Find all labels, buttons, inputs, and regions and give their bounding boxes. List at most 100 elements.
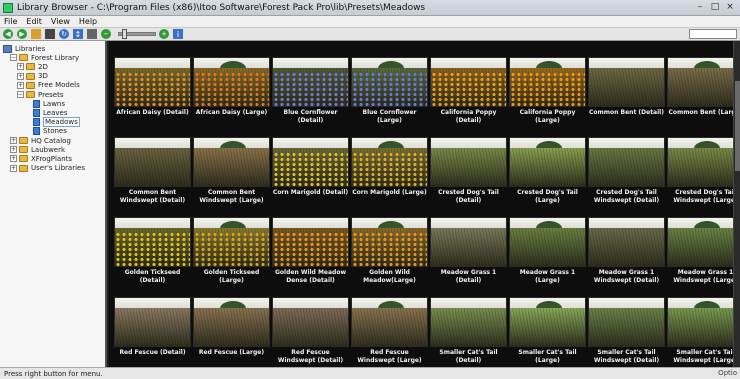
sort-icon[interactable]: ↕ <box>73 29 83 39</box>
thumbnail-item[interactable]: Common Bent Windswept (Large) <box>193 137 270 209</box>
thumbnail-item[interactable]: Crested Dog's Tail (Large) <box>509 137 586 209</box>
thumbnail-item[interactable]: Meadow Grass 1 Windswept (Large) <box>667 217 740 289</box>
scrollbar-thumb[interactable] <box>735 81 740 171</box>
thumbnail-image[interactable] <box>272 137 349 187</box>
thumbnail-image[interactable] <box>114 297 191 347</box>
thumbnail-image[interactable] <box>430 57 507 107</box>
thumbnail-item[interactable]: Crested Dog's Tail Windswept (Detail) <box>588 137 665 209</box>
thumbnail-image[interactable] <box>509 137 586 187</box>
thumbnail-item[interactable]: Golden Tickseed (Detail) <box>114 217 191 289</box>
thumbnail-item[interactable]: Golden Wild Meadow Dense (Detail) <box>272 217 349 289</box>
tree-item-hq-catalog[interactable]: + HQ Catalog <box>10 136 71 145</box>
expand-icon[interactable]: + <box>17 81 24 89</box>
thumbnail-image[interactable] <box>509 297 586 347</box>
tree-item-laubwerk[interactable]: + Laubwerk <box>10 145 65 154</box>
zoom-in-icon[interactable]: + <box>159 29 169 39</box>
settings-icon[interactable] <box>87 29 97 39</box>
options-button[interactable]: Optio <box>718 369 737 377</box>
thumbnail-item[interactable]: Corn Marigold (Detail) <box>272 137 349 209</box>
tree-item-lawns[interactable]: Lawns <box>24 99 65 108</box>
thumbnail-item[interactable]: Meadow Grass 1 Windswept (Detail) <box>588 217 665 289</box>
thumbnail-image[interactable] <box>351 137 428 187</box>
collapse-icon[interactable]: − <box>10 54 17 62</box>
expand-icon[interactable]: + <box>17 63 24 71</box>
tree-item-libraries[interactable]: Libraries <box>3 44 45 53</box>
tree-item-forest-library[interactable]: − Forest Library <box>10 53 79 62</box>
thumbnail-item[interactable]: Smaller Cat's Tail Windswept (Large) <box>667 297 740 367</box>
thumbnail-item[interactable]: Golden Tickseed (Large) <box>193 217 270 289</box>
thumbnail-item[interactable]: Red Fescue (Large) <box>193 297 270 367</box>
thumbnail-item[interactable]: Red Fescue Windswept (Large) <box>351 297 428 367</box>
thumbnail-item[interactable]: Red Fescue (Detail) <box>114 297 191 367</box>
expand-icon[interactable]: + <box>10 155 17 163</box>
thumbnail-image[interactable] <box>114 217 191 267</box>
thumbnail-item[interactable]: Common Bent (Large) <box>667 57 740 129</box>
thumbnail-item[interactable]: Common Bent Windswept (Detail) <box>114 137 191 209</box>
thumbnail-item[interactable]: African Daisy (Large) <box>193 57 270 129</box>
thumbnail-image[interactable] <box>588 57 665 107</box>
thumbnail-image[interactable] <box>430 217 507 267</box>
maximize-button[interactable]: □ <box>709 2 721 13</box>
menu-help[interactable]: Help <box>79 17 97 26</box>
thumbnail-image[interactable] <box>430 137 507 187</box>
thumbnail-item[interactable]: Crested Dog's Tail Windswept (Large) <box>667 137 740 209</box>
thumbnail-image[interactable] <box>193 57 270 107</box>
thumbnail-image[interactable] <box>272 297 349 347</box>
tree-item-meadows[interactable]: Meadows <box>24 117 80 128</box>
refresh-icon[interactable]: ↻ <box>59 29 69 39</box>
forward-icon[interactable]: ▶ <box>17 29 27 39</box>
thumbnail-image[interactable] <box>588 297 665 347</box>
slider-knob[interactable] <box>122 29 127 39</box>
thumbnail-item[interactable]: Red Fescue Windswept (Detail) <box>272 297 349 367</box>
thumbnail-image[interactable] <box>588 137 665 187</box>
thumbnail-image[interactable] <box>193 137 270 187</box>
expand-icon[interactable]: + <box>10 137 17 144</box>
expand-icon[interactable]: + <box>17 72 24 80</box>
expand-icon[interactable]: + <box>10 146 17 154</box>
tree-item-3d[interactable]: +3D <box>17 72 48 81</box>
thumbnail-image[interactable] <box>114 137 191 187</box>
thumbnail-image[interactable] <box>667 217 740 267</box>
thumbnail-item[interactable]: Blue Cornflower (Large) <box>351 57 428 129</box>
thumbnail-image[interactable] <box>509 57 586 107</box>
thumbnail-item[interactable]: Smaller Cat's Tail Windswept (Detail) <box>588 297 665 367</box>
thumbnail-image[interactable] <box>509 217 586 267</box>
thumbnail-image[interactable] <box>351 217 428 267</box>
menu-file[interactable]: File <box>4 17 17 26</box>
thumbnail-image[interactable] <box>667 57 740 107</box>
thumbnail-image[interactable] <box>588 217 665 267</box>
thumbnail-image[interactable] <box>272 217 349 267</box>
thumbnail-item[interactable]: Smaller Cat's Tail (Large) <box>509 297 586 367</box>
thumbnail-image[interactable] <box>667 297 740 347</box>
thumbnail-image[interactable] <box>114 57 191 107</box>
tree-item-leaves[interactable]: Leaves <box>24 108 67 117</box>
search-input[interactable] <box>689 29 737 39</box>
thumbnail-item[interactable]: Meadow Grass 1 (Detail) <box>430 217 507 289</box>
thumbnail-item[interactable]: Smaller Cat's Tail (Detail) <box>430 297 507 367</box>
info-icon[interactable]: i <box>173 29 183 39</box>
thumbnail-image[interactable] <box>272 57 349 107</box>
tree-item-presets[interactable]: − Presets <box>17 90 63 99</box>
vertical-scrollbar[interactable] <box>733 41 740 367</box>
tree-item-xfrogplants[interactable]: + XFrogPlants <box>10 154 72 163</box>
thumbnail-item[interactable]: Common Bent (Detail) <box>588 57 665 129</box>
collapse-icon[interactable]: − <box>17 91 24 98</box>
thumbnail-item[interactable]: Corn Marigold (Large) <box>351 137 428 209</box>
thumbnail-image[interactable] <box>667 137 740 187</box>
close-button[interactable]: × <box>724 2 736 13</box>
thumbnail-image[interactable] <box>351 57 428 107</box>
folder-icon[interactable] <box>31 29 41 39</box>
menu-view[interactable]: View <box>51 17 70 26</box>
thumbnail-item[interactable]: California Poppy (Large) <box>509 57 586 129</box>
menu-edit[interactable]: Edit <box>26 17 42 26</box>
zoom-out-icon[interactable]: − <box>101 29 111 39</box>
thumbnail-item[interactable]: Golden Wild Meadow(Large) <box>351 217 428 289</box>
thumbnail-item[interactable]: Crested Dog's Tail (Detail) <box>430 137 507 209</box>
minimize-button[interactable]: – <box>694 2 706 13</box>
thumbnail-image[interactable] <box>193 297 270 347</box>
thumbnail-size-slider[interactable] <box>118 29 156 39</box>
thumbnail-item[interactable]: Blue Cornflower (Detail) <box>272 57 349 129</box>
tree-item-free-models[interactable]: + Free Models <box>17 81 80 90</box>
tree-item-user-s-libraries[interactable]: + User's Libraries <box>10 164 85 173</box>
thumbnail-item[interactable]: California Poppy (Detail) <box>430 57 507 129</box>
